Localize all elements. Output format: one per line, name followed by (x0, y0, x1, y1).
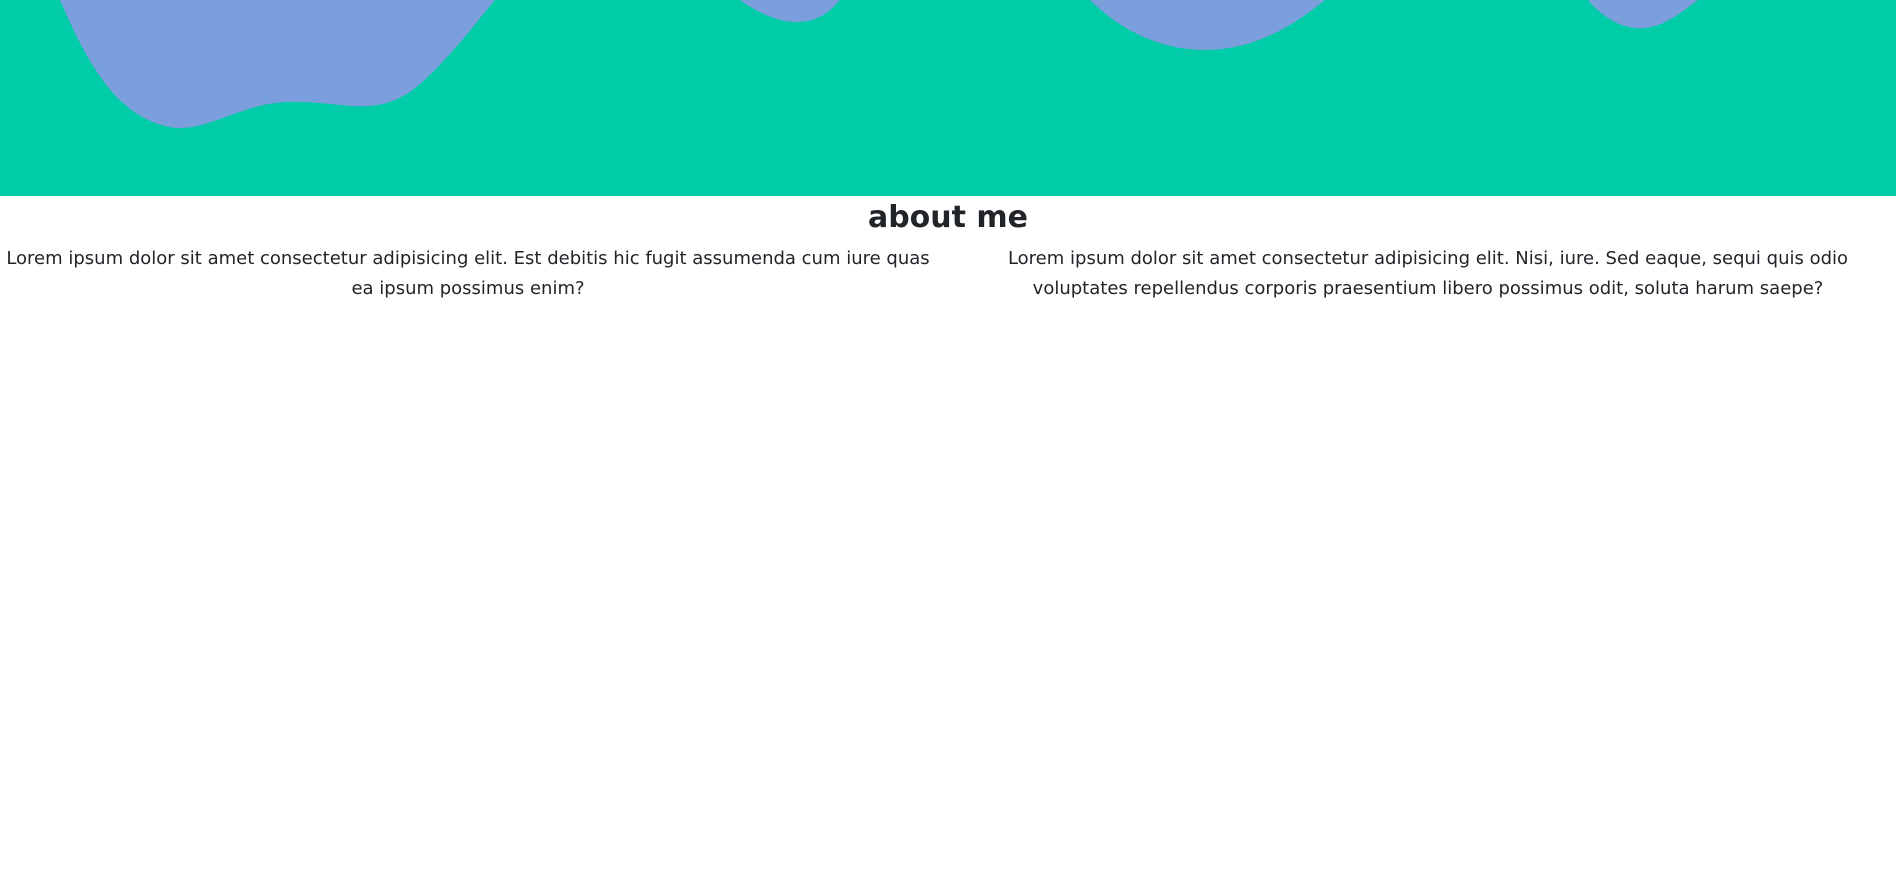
about-column-left: Lorem ipsum dolor sit amet consectetur a… (0, 244, 948, 304)
about-section: about me Lorem ipsum dolor sit amet cons… (0, 196, 1896, 304)
about-title: about me (867, 200, 1029, 235)
about-paragraph-left: Lorem ipsum dolor sit amet consectetur a… (6, 248, 930, 299)
hero-banner (0, 0, 1896, 196)
about-column-right: Lorem ipsum dolor sit amet consectetur a… (948, 244, 1896, 304)
hero-wave-graphic (0, 0, 1896, 196)
about-paragraph-right: Lorem ipsum dolor sit amet consectetur a… (1007, 248, 1849, 299)
about-columns: Lorem ipsum dolor sit amet consectetur a… (0, 244, 1896, 304)
